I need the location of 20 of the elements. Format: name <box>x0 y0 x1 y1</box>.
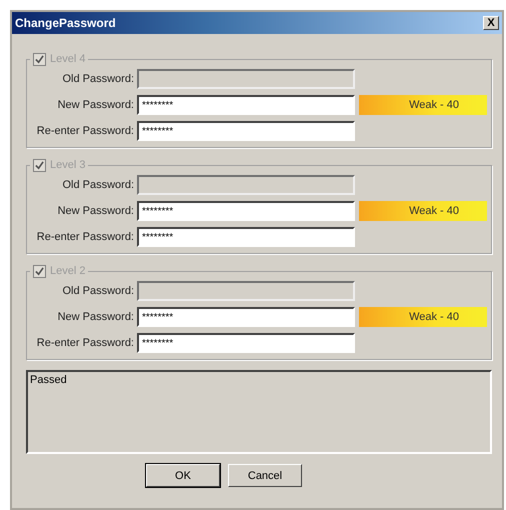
strength-meter: Weak - 40 <box>359 307 487 327</box>
close-button[interactable]: X <box>483 16 499 30</box>
field-label: Re-enter Password: <box>36 337 135 349</box>
field-label: New Password: <box>56 311 135 323</box>
cancel-button[interactable]: Cancel <box>228 464 302 487</box>
ok-button[interactable]: OK <box>146 464 220 487</box>
status-text: Passed <box>30 374 67 386</box>
level-label: Level 2 <box>50 265 86 277</box>
strength-meter: Weak - 40 <box>359 95 487 115</box>
level-label: Level 4 <box>50 53 86 65</box>
window-title: ChangePassword <box>15 16 116 30</box>
field-label: Old Password: <box>61 179 135 191</box>
field-label: Re-enter Password: <box>36 125 135 137</box>
field-label: Old Password: <box>61 73 135 85</box>
field-label: Old Password: <box>61 285 135 297</box>
strength-meter: Weak - 40 <box>359 201 487 221</box>
level-label: Level 3 <box>50 159 86 171</box>
field-label: New Password: <box>56 205 135 217</box>
field-label: New Password: <box>56 99 135 111</box>
field-label: Re-enter Password: <box>36 231 135 243</box>
